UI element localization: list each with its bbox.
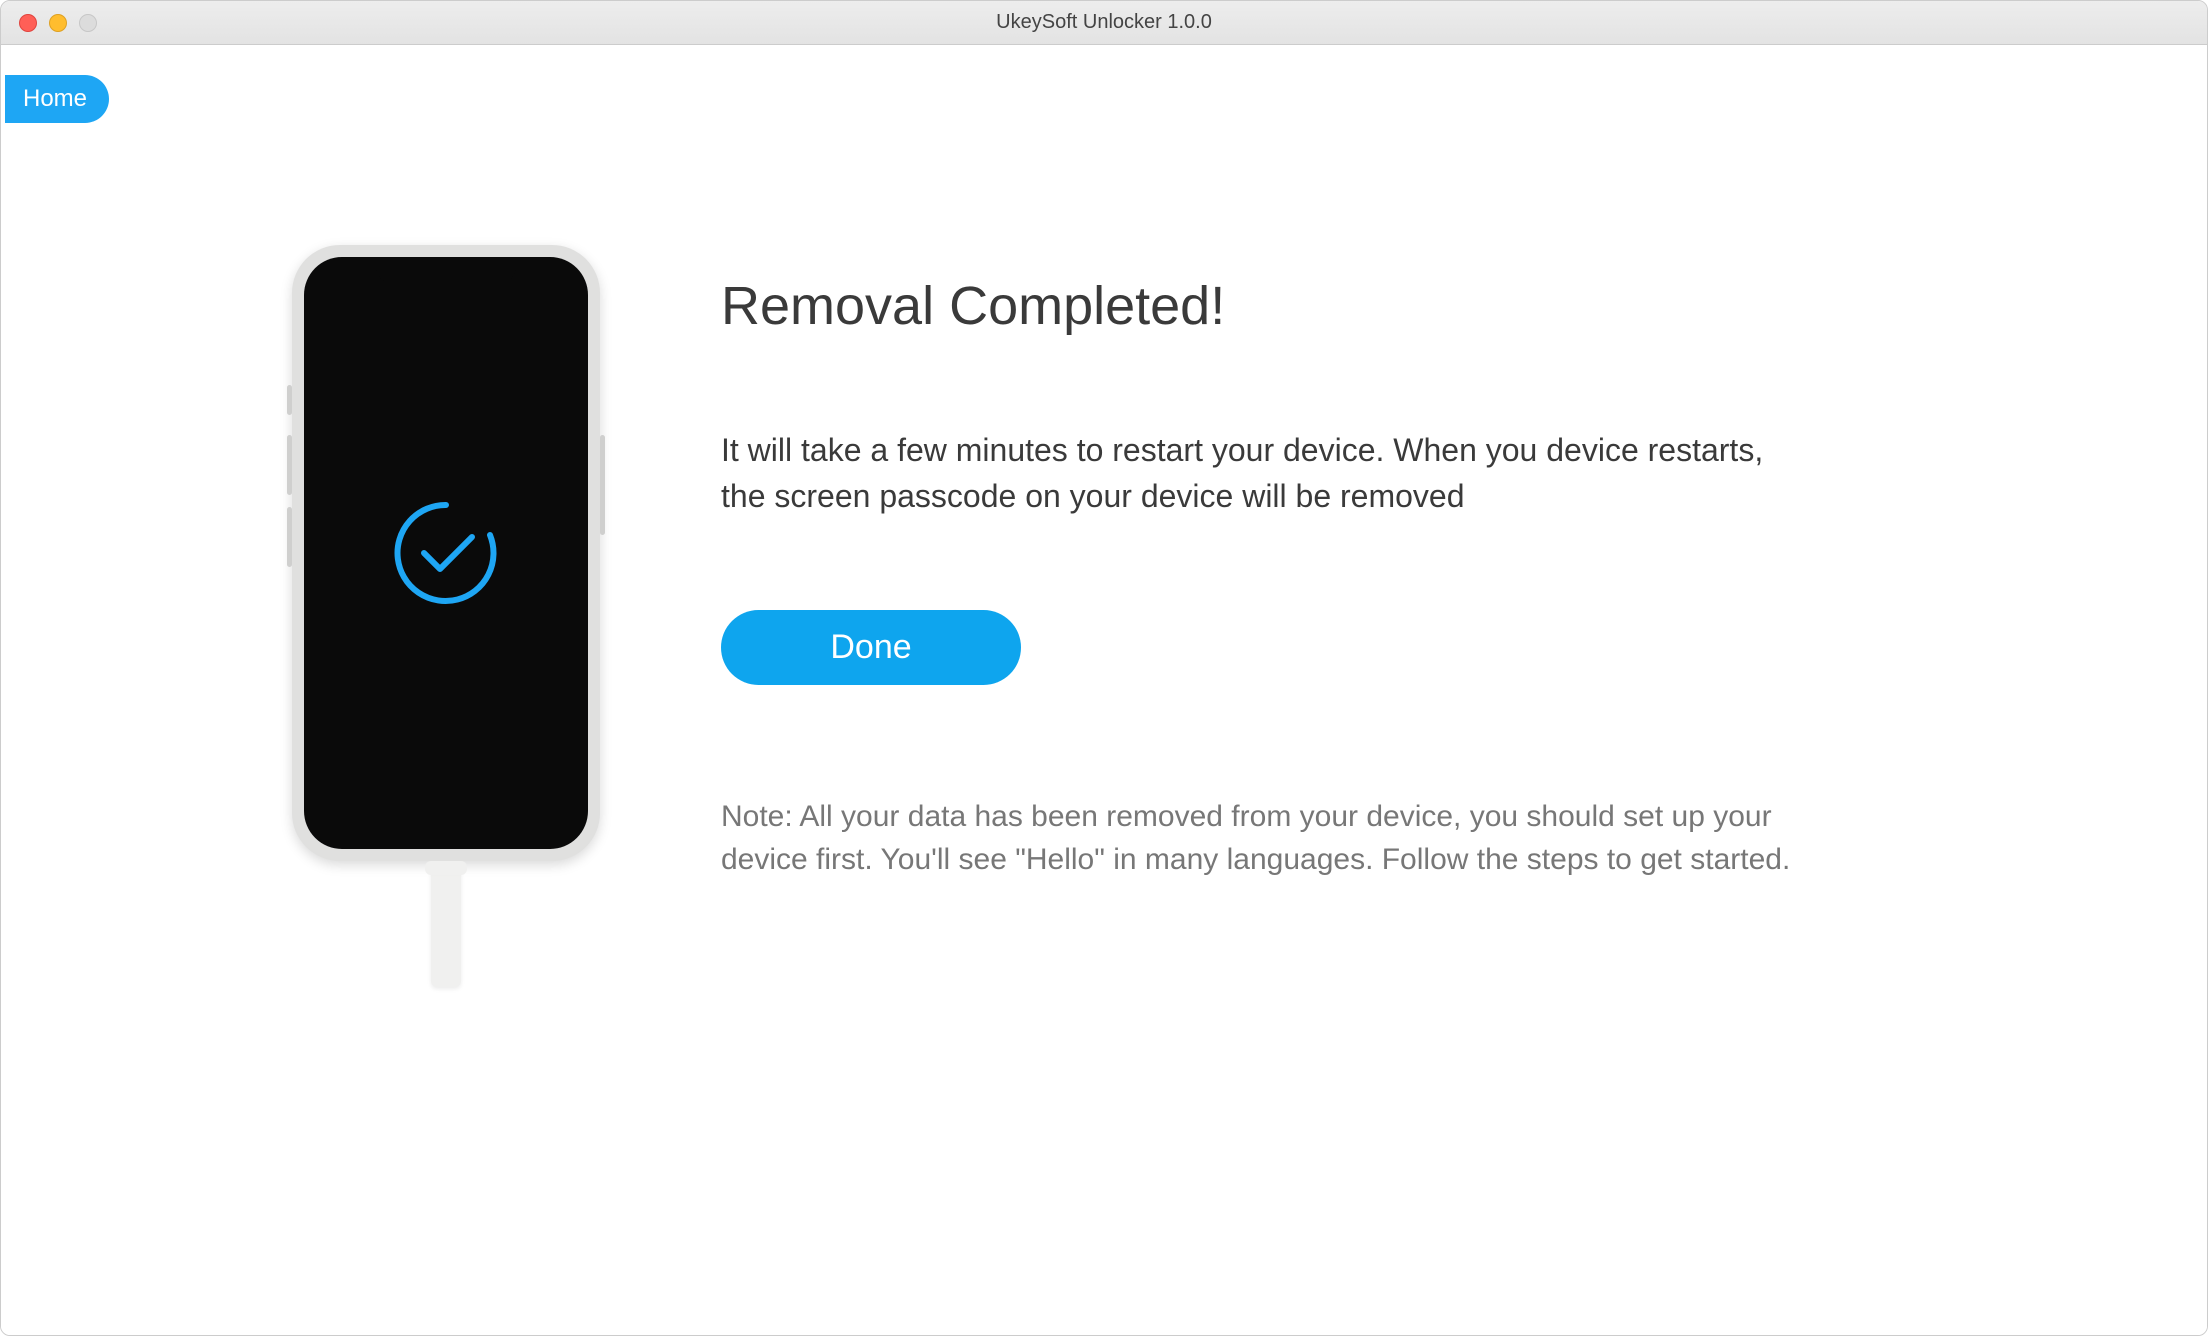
page-heading: Removal Completed!	[721, 275, 2147, 337]
close-window-button[interactable]	[19, 14, 37, 32]
cable-graphic	[431, 867, 461, 987]
cable-connector-graphic	[425, 861, 467, 875]
done-button-label: Done	[830, 628, 911, 666]
phone-screen	[304, 257, 588, 849]
phone-volume-up-graphic	[287, 435, 292, 495]
text-column: Removal Completed! It will take a few mi…	[721, 245, 2147, 987]
home-button-label: Home	[23, 85, 87, 112]
window-controls	[1, 14, 97, 32]
minimize-window-button[interactable]	[49, 14, 67, 32]
home-button[interactable]: Home	[5, 75, 109, 123]
phone-mute-switch-graphic	[287, 385, 292, 415]
description-text: It will take a few minutes to restart yo…	[721, 427, 1781, 520]
done-button[interactable]: Done	[721, 610, 1021, 685]
check-circle-progress-icon	[386, 493, 506, 613]
phone-power-button-graphic	[600, 435, 605, 535]
maximize-window-button	[79, 14, 97, 32]
phone-volume-down-graphic	[287, 507, 292, 567]
device-illustration	[291, 245, 601, 987]
note-text: Note: All your data has been removed fro…	[721, 795, 1861, 882]
phone-frame	[292, 245, 600, 861]
window-title: UkeySoft Unlocker 1.0.0	[996, 11, 1212, 34]
app-window: UkeySoft Unlocker 1.0.0 Home	[0, 0, 2208, 1336]
content-area: Home	[1, 45, 2207, 1335]
main-content: Removal Completed! It will take a few mi…	[1, 45, 2207, 987]
titlebar[interactable]: UkeySoft Unlocker 1.0.0	[1, 1, 2207, 45]
phone-notch-graphic	[376, 257, 516, 283]
